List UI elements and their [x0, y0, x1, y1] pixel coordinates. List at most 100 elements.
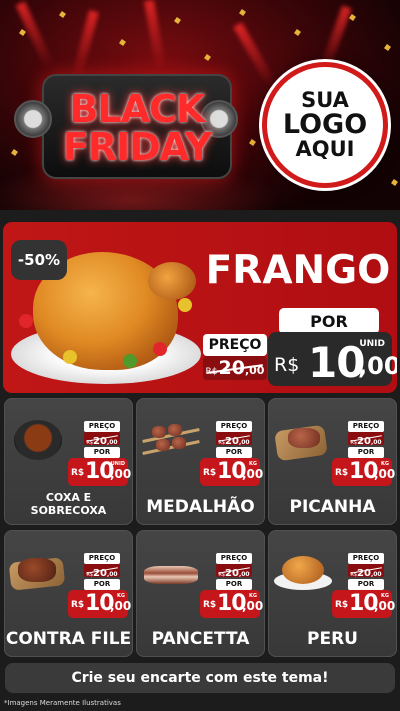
product-card-pancetta[interactable]: PREÇO R$20,00 POR R$ 10,00 KG PANCETTA — [136, 530, 265, 657]
old-price-label: PREÇO — [348, 553, 384, 564]
new-price: R$ 10,00 KG — [68, 590, 132, 618]
confetti — [294, 29, 301, 36]
product-name: PANCETTA — [151, 629, 250, 649]
old-price-decimal: ,00 — [370, 439, 382, 446]
old-price-label: PREÇO — [216, 421, 252, 432]
medalhao-image — [142, 418, 200, 462]
price-decimal: ,00 — [374, 599, 396, 613]
old-price-label: PREÇO — [216, 553, 252, 564]
old-price-label: PREÇO — [203, 334, 267, 356]
confetti — [59, 11, 66, 18]
product-card-peru[interactable]: PREÇO R$20,00 POR R$ 10,00 KG PERU — [268, 530, 397, 657]
discount-badge: -50% — [11, 240, 67, 280]
spotlight-beam — [233, 22, 277, 88]
old-price: R$20,00 — [84, 432, 120, 447]
old-price-label: PREÇO — [84, 421, 120, 432]
new-price: R$ 10,00 KG — [332, 458, 396, 486]
product-name: CONTRA FILE — [5, 629, 132, 649]
price-currency: R$ — [203, 600, 217, 610]
new-price: R$ 10,00 KG — [200, 590, 263, 618]
logo-text-line3: AQUI — [295, 136, 355, 161]
confetti — [391, 179, 398, 186]
price-decimal: ,00 — [242, 467, 264, 481]
confetti — [384, 44, 391, 51]
confetti — [119, 39, 126, 46]
meat-chunk — [18, 558, 56, 582]
featured-product-card[interactable]: -50% FRANGO PREÇO R$ 20 ,00 POR UNID R$ … — [3, 222, 397, 393]
new-price: R$ 10,00 KG — [200, 458, 264, 486]
meat-chunk — [152, 426, 166, 438]
peru-image — [274, 550, 332, 594]
old-price-decimal: ,00 — [106, 571, 118, 578]
featured-title: FRANGO — [205, 248, 391, 293]
new-price-label: POR — [348, 447, 384, 458]
product-name: COXA E SOBRECOXA — [30, 490, 107, 518]
price-unit: UNID — [110, 461, 125, 467]
price-currency: R$ — [335, 600, 349, 610]
price-unit: KG — [381, 461, 389, 467]
spotlight-beam — [71, 9, 99, 81]
price-unit: KG — [249, 593, 257, 599]
price-currency: R$ — [335, 468, 349, 478]
confetti — [11, 149, 18, 156]
product-name: MEDALHÃO — [146, 497, 255, 517]
price-currency: R$ — [71, 468, 85, 478]
old-price: R$20,00 — [348, 564, 384, 579]
confetti — [204, 54, 211, 61]
product-card-coxa[interactable]: PREÇO R$20,00 POR R$ 10,00 UNID COXA E SOB… — [4, 398, 133, 525]
product-card-medalhao[interactable]: PREÇO R$20,00 POR R$ 10,00 KG MEDALHÃO — [136, 398, 265, 525]
product-card-contra-file[interactable]: PREÇO R$20,00 POR R$ 10,00 KG CONTRA FILE — [4, 530, 133, 657]
price-decimal: ,00 — [110, 599, 132, 613]
price-currency: R$ — [203, 468, 217, 478]
header-banner: BLACK FRIDAY SUA LOGO AQUI — [0, 0, 400, 210]
product-card-picanha[interactable]: PREÇO R$20,00 POR R$ 10,00 KG PICANHA — [268, 398, 397, 525]
price-currency: R$ — [71, 600, 85, 610]
confetti — [174, 17, 181, 24]
price-currency: R$ — [274, 354, 300, 376]
new-price-label: POR — [84, 579, 120, 590]
old-price: R$ 20 ,00 — [203, 356, 267, 380]
create-flyer-button[interactable]: Crie seu encarte com este tema! — [5, 663, 395, 693]
meat-chunk — [168, 424, 182, 436]
meat-chunk — [172, 437, 186, 449]
cooking-pot — [14, 420, 62, 460]
price-unit: KG — [117, 593, 125, 599]
tomato-garnish — [153, 342, 167, 356]
old-price-label: PREÇO — [348, 421, 384, 432]
new-price: R$ 10,00 KG — [332, 590, 396, 618]
old-price: R$20,00 — [216, 564, 252, 579]
disclaimer-text: *Imagens Meramente Ilustrativas — [4, 699, 121, 707]
price-integer: 10 — [308, 338, 365, 387]
meat-chunk — [144, 566, 198, 584]
black-friday-line2: FRIDAY — [62, 125, 212, 169]
price-decimal: ,00 — [374, 467, 396, 481]
meat-chunk — [156, 439, 170, 451]
logo-placeholder[interactable]: SUA LOGO AQUI — [262, 62, 388, 188]
coxa-sobrecoxa-image — [10, 418, 68, 462]
old-price-decimal: ,00 — [238, 571, 250, 578]
price-decimal: ,00 — [110, 467, 132, 481]
new-price-label: POR — [216, 579, 252, 590]
old-price-decimal: ,00 — [370, 571, 382, 578]
new-price: R$ 10,00 UNID — [68, 458, 132, 486]
old-price: R$20,00 — [348, 432, 384, 447]
skewer — [142, 440, 200, 455]
logo-text-line1: SUA — [301, 87, 349, 112]
old-price-decimal: ,00 — [106, 439, 118, 446]
confetti — [249, 139, 256, 146]
picanha-image — [274, 418, 332, 462]
black-friday-line1: BLACK — [69, 87, 206, 131]
chicken-leg — [148, 262, 196, 300]
price-decimal: ,00 — [358, 352, 397, 380]
new-price-label: POR — [348, 579, 384, 590]
pepper-garnish — [178, 298, 192, 312]
confetti — [349, 14, 356, 21]
price-unit: KG — [249, 461, 257, 467]
logo-text-line2: LOGO — [282, 109, 368, 141]
new-price-label: POR — [84, 447, 120, 458]
confetti — [239, 9, 246, 16]
new-price-label: POR — [216, 447, 252, 458]
old-price: R$20,00 — [216, 432, 252, 447]
roast-turkey — [282, 556, 324, 584]
herb-garnish — [123, 354, 137, 368]
